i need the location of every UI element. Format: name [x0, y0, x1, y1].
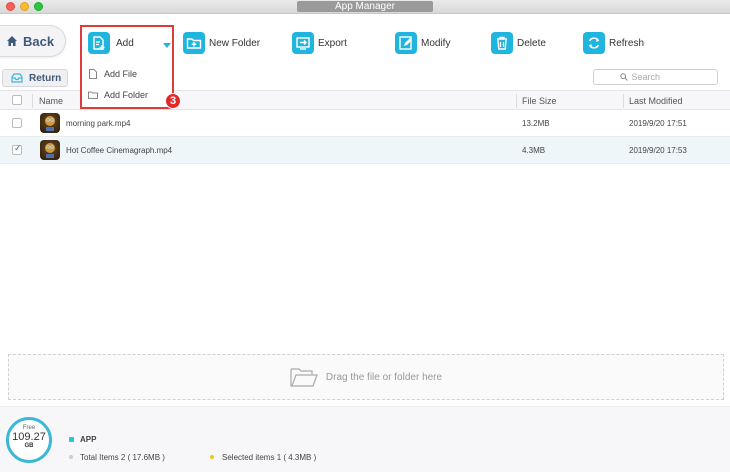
window-title: App Manager: [296, 1, 434, 12]
refresh-label: Refresh: [609, 37, 645, 49]
file-name: morning park.mp4: [66, 119, 131, 128]
file-modified: 2019/9/20 17:53: [629, 146, 687, 155]
modify-label: Modify: [421, 37, 451, 49]
selected-items-text: Selected items 1 ( 4.3MB ): [222, 453, 317, 462]
inbox-icon: [11, 73, 23, 83]
export-label: Export: [318, 37, 347, 49]
new-folder-button[interactable]: New Folder: [183, 29, 260, 57]
add-highlight-box: [80, 25, 174, 109]
storage-gauge: Free 109.27 GB: [6, 417, 52, 463]
selected-legend-dot: [210, 455, 214, 459]
back-button[interactable]: Back: [0, 25, 66, 57]
search-input[interactable]: [631, 72, 692, 82]
refresh-icon: [583, 32, 605, 54]
status-footer: Free 109.27 GB APP Total Items 2 ( 17.6M…: [0, 406, 730, 472]
delete-button[interactable]: Delete: [491, 29, 546, 57]
row-checkbox[interactable]: [12, 118, 22, 128]
search-icon: [619, 73, 628, 81]
column-header-size[interactable]: File Size: [522, 96, 557, 106]
search-box[interactable]: [593, 69, 718, 85]
new-folder-icon: [183, 32, 205, 54]
total-items-text: Total Items 2 ( 17.6MB ): [80, 453, 165, 462]
column-divider: [32, 94, 33, 108]
table-row[interactable]: Hot Coffee Cinemagraph.mp4 4.3MB 2019/9/…: [0, 137, 730, 164]
row-checkbox[interactable]: [12, 143, 22, 155]
column-divider: [516, 94, 517, 108]
file-modified: 2019/9/20 17:51: [629, 119, 687, 128]
home-icon: [7, 36, 17, 46]
step-badge: 3: [165, 93, 181, 109]
app-legend-dot: [69, 437, 74, 442]
export-button[interactable]: Export: [292, 29, 347, 57]
modify-icon: [395, 32, 417, 54]
delete-label: Delete: [517, 37, 546, 49]
new-folder-label: New Folder: [209, 37, 261, 49]
back-label: Back: [23, 33, 55, 49]
return-label: Return: [29, 72, 62, 84]
export-icon: [292, 32, 314, 54]
column-header-modified[interactable]: Last Modified: [629, 96, 683, 106]
return-button[interactable]: Return: [2, 69, 68, 87]
open-folder-icon: [290, 368, 318, 387]
refresh-button[interactable]: Refresh: [583, 29, 644, 57]
file-size: 13.2MB: [522, 119, 550, 128]
column-divider: [623, 94, 624, 108]
total-legend-dot: [69, 455, 73, 459]
drop-zone-text: Drag the file or folder here: [325, 371, 443, 383]
window-title-wrap: App Manager: [0, 1, 730, 12]
video-thumbnail-icon: [40, 113, 60, 133]
gauge-free-value: 109.27: [12, 431, 46, 443]
file-size: 4.3MB: [522, 146, 546, 155]
column-header-name[interactable]: Name: [39, 96, 63, 106]
category-label: APP: [80, 435, 97, 444]
title-bar: App Manager: [0, 0, 730, 14]
gauge-free-unit: GB: [24, 443, 34, 449]
select-all-checkbox[interactable]: [12, 95, 22, 105]
drop-zone[interactable]: Drag the file or folder here: [8, 354, 724, 400]
modify-button[interactable]: Modify: [395, 29, 450, 57]
file-name: Hot Coffee Cinemagraph.mp4: [66, 146, 173, 155]
trash-icon: [491, 32, 513, 54]
video-thumbnail-icon: [40, 140, 60, 160]
table-row[interactable]: morning park.mp4 13.2MB 2019/9/20 17:51: [0, 110, 730, 137]
